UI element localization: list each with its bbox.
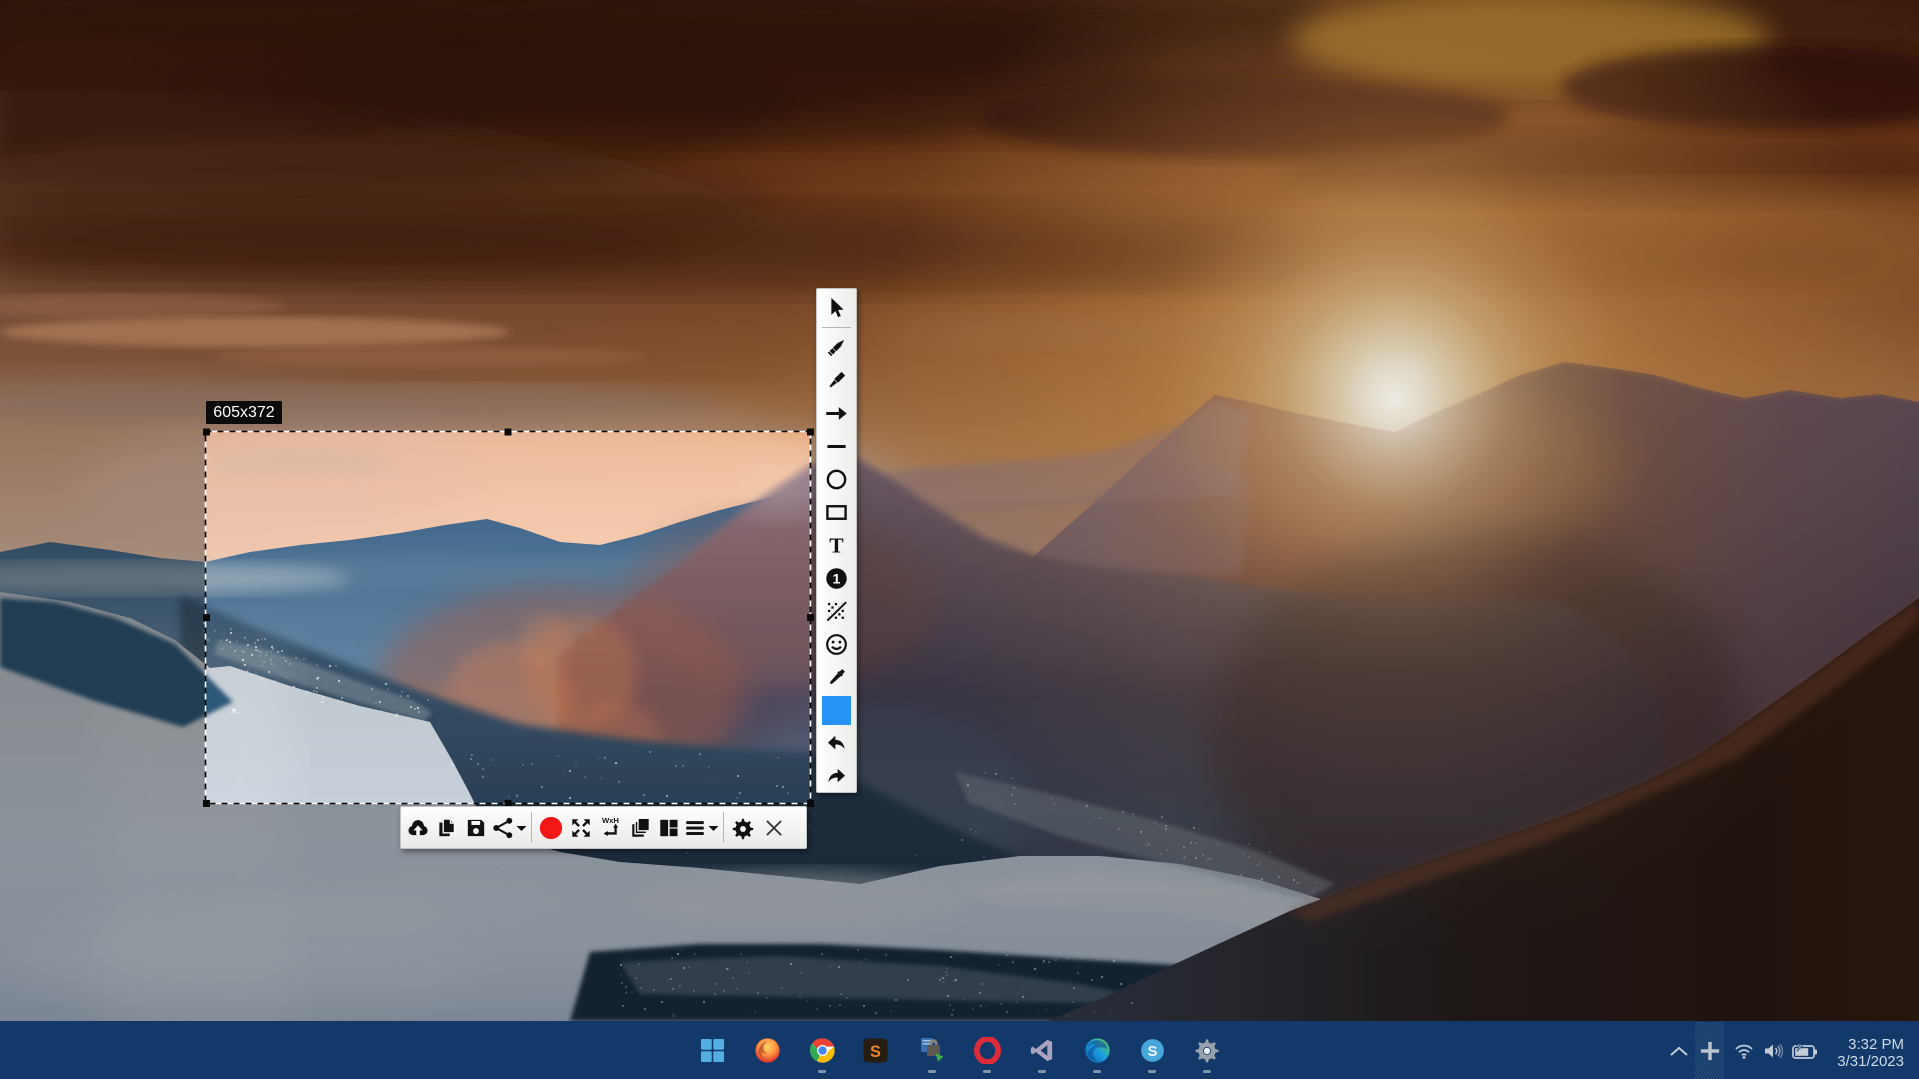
svg-text:1: 1 [833,572,841,588]
svg-text:S: S [870,1042,881,1060]
svg-text:WxH: WxH [602,816,619,825]
svg-text:T: T [829,533,844,557]
svg-text:S: S [1147,1043,1157,1060]
